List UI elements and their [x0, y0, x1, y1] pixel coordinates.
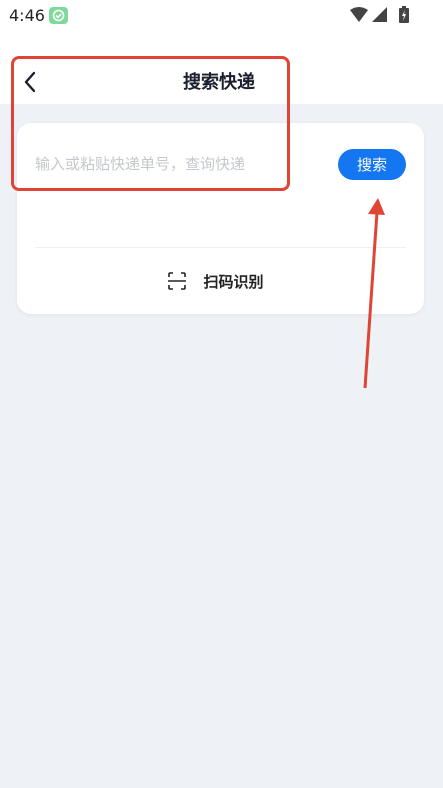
signal-icon [372, 7, 387, 22]
header: 搜索快递 [0, 32, 443, 104]
page-title-text: 搜索快递 [183, 72, 255, 93]
scan-label: 扫码识别 [203, 272, 264, 291]
status-bar: 4:46 [0, 0, 443, 32]
annotation-arrow [363, 198, 385, 389]
screen: 4:46 搜索快递 输入或粘贴快递单号，查询快递 搜索 扫码识别 [0, 0, 443, 788]
wifi-icon [350, 7, 368, 22]
divider [35, 247, 406, 248]
status-time: 4:46 [9, 6, 45, 25]
tracking-number-input[interactable] [35, 149, 335, 179]
chevron-left-icon [24, 71, 36, 93]
scan-button[interactable]: 扫码识别 [17, 266, 424, 296]
battery-icon [399, 6, 409, 23]
status-icons [350, 7, 387, 22]
app-notification-icon [49, 7, 68, 24]
search-card: 搜索 扫码识别 [17, 123, 424, 314]
back-button[interactable] [14, 66, 46, 98]
scan-icon [168, 272, 187, 290]
search-button[interactable]: 搜索 [338, 149, 406, 180]
